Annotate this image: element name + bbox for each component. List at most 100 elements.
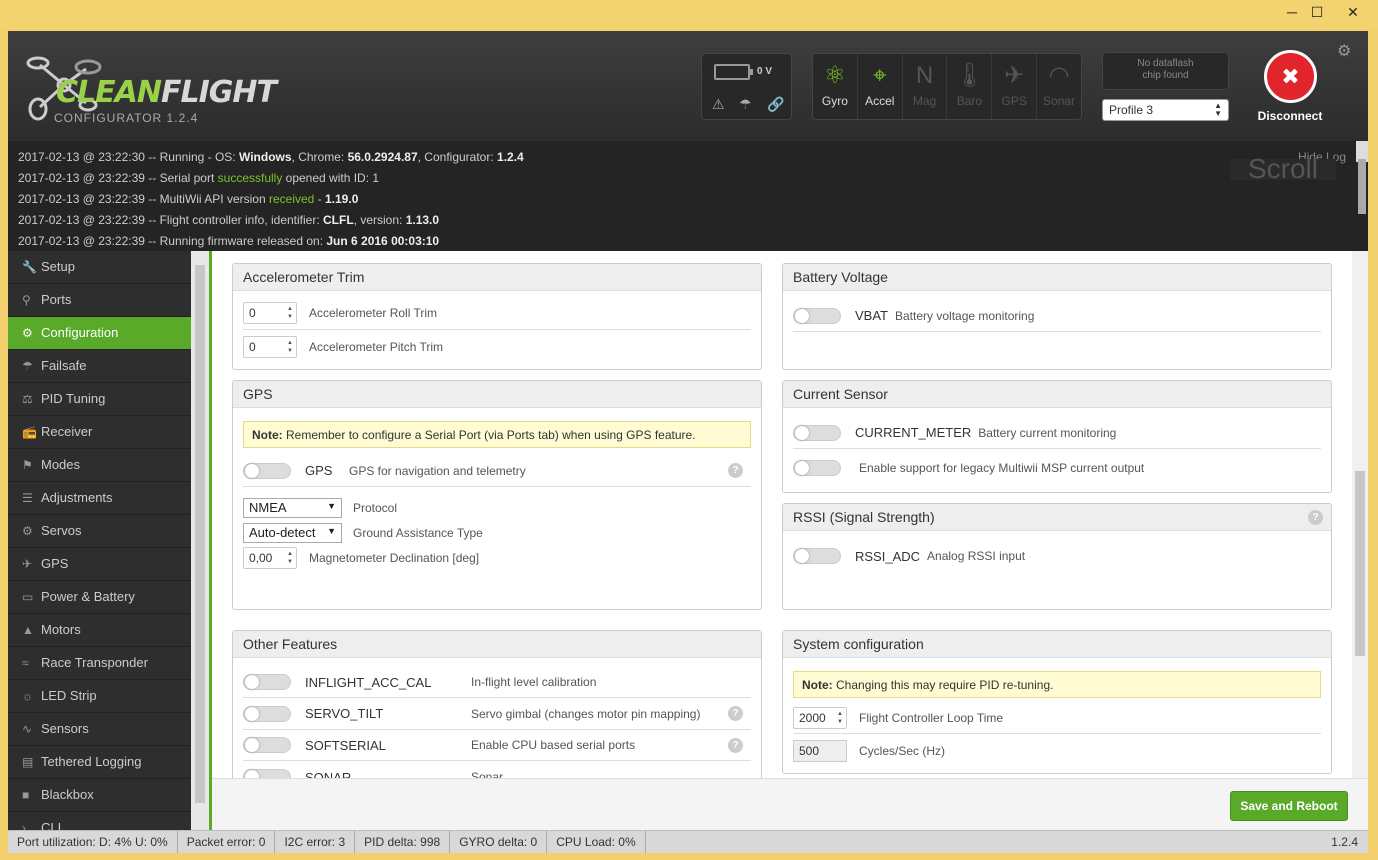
loop-time-input[interactable]: 2000 ▲ ▼ — [793, 706, 847, 729]
sidebar-item-adjustments[interactable]: ☰ Adjustments — [8, 482, 191, 515]
sidebar-item-label: Failsafe — [41, 358, 87, 373]
gps-title: GPS — [233, 381, 761, 408]
log-scrollbar-thumb[interactable] — [1358, 159, 1366, 214]
system-config-panel: System configuration Note: Changing this… — [782, 630, 1332, 774]
sidebar-item-led-strip[interactable]: ☼ LED Strip — [8, 680, 191, 713]
minimize-button[interactable]: ─ — [1278, 2, 1306, 22]
spinner-arrows-icon[interactable]: ▲ ▼ — [287, 550, 293, 566]
sidebar-item-receiver[interactable]: 📻 Receiver — [8, 416, 191, 449]
wrench-icon: 🔧 — [22, 260, 37, 274]
current-meter-toggle[interactable] — [793, 424, 841, 441]
legacy-msp-toggle[interactable] — [793, 460, 841, 476]
sidebar-item-pid-tuning[interactable]: ⚖ PID Tuning — [8, 383, 191, 416]
content-footer: Save and Reboot — [212, 778, 1368, 830]
spinner-arrows-icon[interactable]: ▲ ▼ — [287, 339, 293, 355]
window-titlebar: ─ ☐ ✕ — [0, 0, 1378, 30]
help-icon[interactable]: ? — [728, 737, 743, 753]
sidebar-item-label: Configuration — [41, 325, 119, 340]
sidebar-scrollbar[interactable] — [191, 251, 209, 830]
legacy-msp-label: Enable support for legacy Multiwii MSP c… — [859, 461, 1145, 475]
inflight_acc_cal-toggle[interactable] — [243, 674, 291, 690]
gps-toggle[interactable] — [243, 462, 291, 479]
battery-voltage-title: Battery Voltage — [783, 264, 1331, 291]
sensor-sonar: ◠ Sonar — [1037, 54, 1081, 119]
sidebar-item-configuration[interactable]: ⚙ Configuration — [8, 317, 191, 350]
sensor-status-panel: ⚛ Gyro ⌖ Accel N Mag 🌡 Baro ✈ GPS ◠ Sonar — [812, 53, 1082, 120]
roll-trim-input[interactable]: 0 ▲ ▼ — [243, 302, 297, 324]
sonar-toggle[interactable] — [243, 769, 291, 778]
sidebar-item-race-transponder[interactable]: ≈ Race Transponder — [8, 647, 191, 680]
disconnect-button[interactable]: ✖ — [1264, 50, 1317, 103]
ground-assist-select[interactable]: Auto-detect ▼ — [243, 523, 342, 543]
sensor-label: GPS — [1001, 94, 1027, 108]
rssi-adc-toggle[interactable] — [793, 548, 841, 564]
sidebar-item-label: Modes — [41, 457, 81, 472]
parachute-icon: ☂ — [739, 96, 752, 112]
pitch-trim-value: 0 — [249, 339, 256, 354]
sidebar-item-label: Adjustments — [41, 490, 113, 505]
save-and-reboot-button[interactable]: Save and Reboot — [1230, 791, 1348, 821]
log-scrollbar[interactable] — [1356, 141, 1368, 214]
sidebar-item-sensors[interactable]: ∿ Sensors — [8, 713, 191, 746]
current-sensor-panel: Current Sensor CURRENT_METER Battery cur… — [782, 380, 1332, 493]
protocol-label: Protocol — [353, 501, 398, 515]
sidebar-scrollbar-thumb[interactable] — [195, 265, 205, 803]
sidebar-item-failsafe[interactable]: ☂ Failsafe — [8, 350, 191, 383]
help-icon[interactable]: ? — [728, 463, 743, 478]
log-text: 2017-02-13 @ 23:22:30 -- Running - OS: — [18, 150, 239, 164]
log-line: 2017-02-13 @ 23:22:39 -- Running firmwar… — [18, 231, 1358, 252]
warning-icon: ⚠ — [712, 96, 725, 112]
vbat-toggle[interactable] — [793, 307, 841, 324]
acc-trim-title: Accelerometer Trim — [233, 264, 761, 291]
profile-select[interactable]: Profile 3 ▲ ▼ — [1102, 99, 1229, 121]
help-icon[interactable]: ? — [728, 706, 743, 721]
gps-feature-name: GPS — [305, 463, 333, 478]
sidebar-item-gps[interactable]: ✈ GPS — [8, 548, 191, 581]
sidebar-item-motors[interactable]: ▲ Motors — [8, 614, 191, 647]
satellite-icon: ✈ — [22, 557, 33, 571]
help-icon[interactable]: ? — [1308, 510, 1323, 525]
pitch-trim-input[interactable]: 0 ▲ ▼ — [243, 335, 297, 358]
sensor-label: Sonar — [1043, 94, 1076, 108]
sidebar-item-setup[interactable]: 🔧 Setup — [8, 251, 191, 284]
vbat-desc: Battery voltage monitoring — [895, 308, 1035, 323]
current-sensor-title: Current Sensor — [783, 381, 1331, 408]
sensor-mag: N Mag — [903, 54, 948, 119]
accel-icon: ⌖ — [872, 62, 887, 89]
close-window-button[interactable]: ✕ — [1339, 2, 1367, 22]
status-bar: Port utilization: D: 4% U: 0% Packet err… — [8, 830, 1368, 853]
log-text: , version: — [353, 213, 406, 227]
sidebar-item-power-battery[interactable]: ▭ Power & Battery — [8, 581, 191, 614]
content-scrollbar-thumb[interactable] — [1355, 471, 1365, 656]
mag-declination-input[interactable]: 0,00 ▲ ▼ — [243, 547, 297, 569]
settings-gear-icon[interactable]: ⚙ — [1337, 41, 1351, 61]
sidebar-item-servos[interactable]: ⚙ Servos — [8, 515, 191, 548]
motor-icon: ▲ — [22, 623, 34, 637]
sensor-label: Mag — [912, 94, 937, 108]
softserial-toggle[interactable] — [243, 737, 291, 753]
log-bold: 1.19.0 — [325, 192, 359, 206]
protocol-select[interactable]: NMEA ▼ — [243, 498, 342, 518]
logo-version: CONFIGURATOR 1.2.4 — [54, 111, 199, 125]
maximize-button[interactable]: ☐ — [1303, 2, 1331, 22]
content-scrollbar[interactable] — [1352, 251, 1368, 778]
log-text: 2017-02-13 @ 23:22:39 -- MultiWii API ve… — [18, 192, 269, 206]
sensor-label: Baro — [956, 94, 983, 108]
spinner-arrows-icon[interactable]: ▲ ▼ — [287, 305, 293, 321]
battery-icon: ▭ — [22, 590, 34, 604]
log-bold: 56.0.2924.87 — [347, 150, 418, 164]
sidebar-item-blackbox[interactable]: ■ Blackbox — [8, 779, 191, 812]
feature-desc: Servo gimbal (changes motor pin mapping) — [471, 706, 701, 721]
disconnect-label[interactable]: Disconnect — [1250, 109, 1330, 123]
sidebar-item-modes[interactable]: ⚑ Modes — [8, 449, 191, 482]
sidebar-item-tethered-logging[interactable]: ▤ Tethered Logging — [8, 746, 191, 779]
sidebar-item-ports[interactable]: ⚲ Ports — [8, 284, 191, 317]
current-meter-desc: Battery current monitoring — [978, 425, 1117, 440]
select-arrows-icon: ▲ ▼ — [1214, 101, 1222, 118]
log-line: 2017-02-13 @ 23:22:39 -- Flight controll… — [18, 210, 1358, 231]
sidebar-item-label: Race Transponder — [41, 655, 148, 670]
spinner-arrows-icon[interactable]: ▲ ▼ — [837, 710, 843, 726]
sidebar-item-cli[interactable]: › CLI — [8, 812, 191, 830]
parachute-icon: ☂ — [22, 359, 33, 373]
servo_tilt-toggle[interactable] — [243, 705, 291, 722]
